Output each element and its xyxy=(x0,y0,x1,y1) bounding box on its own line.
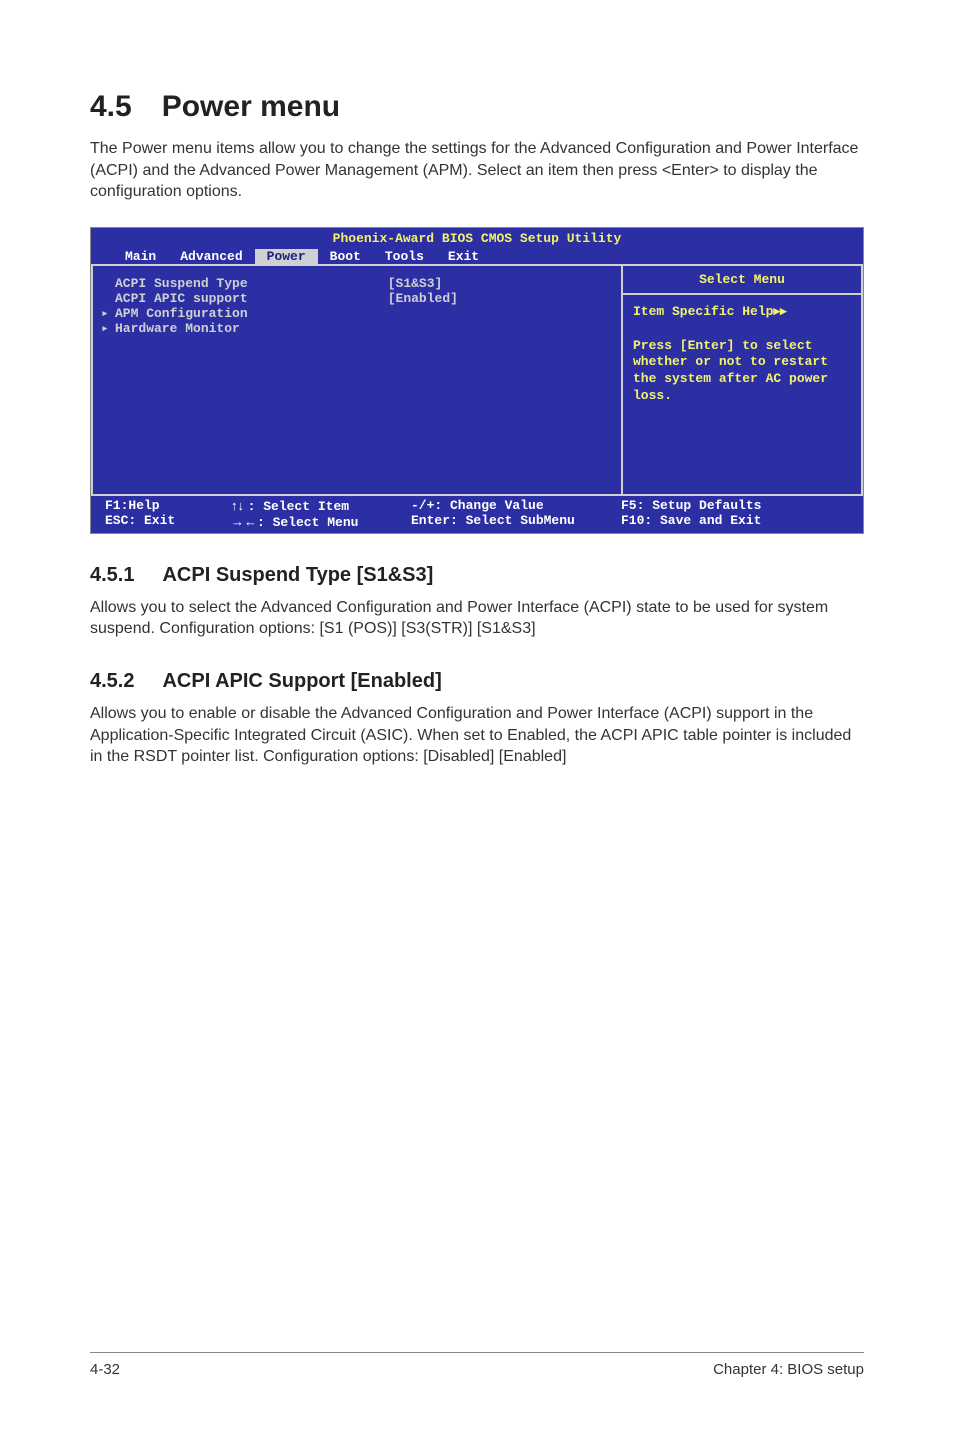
subsection-text-1: Allows you to select the Advanced Config… xyxy=(90,597,864,640)
bios-item-label: Hardware Monitor xyxy=(115,321,240,336)
bios-menu-bar: Main Advanced Power Boot Tools Exit xyxy=(91,249,863,264)
play-arrows-icon: ▸▸ xyxy=(773,303,786,318)
bios-item-label: ACPI Suspend Type xyxy=(115,276,248,291)
bios-footer-change-value: -/+: Change Value xyxy=(411,498,621,513)
bios-settings-pane: ACPI Suspend Type [S1&S3] ACPI APIC supp… xyxy=(91,266,623,494)
subsection-number: 4.5.1 xyxy=(90,564,134,587)
up-down-arrows-icon: ↑↓ xyxy=(231,498,248,513)
bios-item-label: ACPI APIC support xyxy=(115,291,248,306)
subsection-title-1: 4.5.1 ACPI Suspend Type [S1&S3] xyxy=(90,564,864,587)
page-number: 4-32 xyxy=(90,1361,120,1378)
chapter-label: Chapter 4: BIOS setup xyxy=(713,1361,864,1378)
bios-item-value xyxy=(388,321,613,336)
bios-item-value: [Enabled] xyxy=(388,291,613,306)
bios-footer-select-menu: →←: Select Menu xyxy=(231,514,411,530)
bios-help-text: Press [Enter] to select whether or not t… xyxy=(633,338,851,406)
bios-menu-boot[interactable]: Boot xyxy=(318,249,373,264)
bios-footer-f1: F1:Help xyxy=(105,498,231,513)
page-footer: 4-32 Chapter 4: BIOS setup xyxy=(90,1352,864,1378)
bios-menu-tools[interactable]: Tools xyxy=(373,249,436,264)
bios-help-content: Item Specific Help▸▸ Press [Enter] to se… xyxy=(623,295,861,413)
bios-footer: F1:Help ESC: Exit ↑↓ : Select Item →←: S… xyxy=(91,494,863,533)
bios-help-subtitle: Item Specific Help▸▸ xyxy=(633,303,851,321)
bios-body: ACPI Suspend Type [S1&S3] ACPI APIC supp… xyxy=(91,264,863,494)
bios-footer-f10: F10: Save and Exit xyxy=(621,513,863,528)
bios-menu-power[interactable]: Power xyxy=(255,249,318,264)
bios-row-acpi-apic[interactable]: ACPI APIC support [Enabled] xyxy=(101,291,613,306)
bios-footer-f5: F5: Setup Defaults xyxy=(621,498,863,513)
bios-menu-exit[interactable]: Exit xyxy=(436,249,491,264)
bios-screenshot: Phoenix-Award BIOS CMOS Setup Utility Ma… xyxy=(90,227,864,534)
subsection-name: ACPI APIC Support [Enabled] xyxy=(162,670,441,692)
submenu-arrow-icon: ▸ xyxy=(101,306,115,321)
subsection-number: 4.5.2 xyxy=(90,670,134,693)
intro-paragraph: The Power menu items allow you to change… xyxy=(90,138,864,203)
subsection-text-2: Allows you to enable or disable the Adva… xyxy=(90,703,864,768)
bios-row-acpi-suspend[interactable]: ACPI Suspend Type [S1&S3] xyxy=(101,276,613,291)
left-right-arrows-icon: →← xyxy=(231,514,257,529)
bios-menu-main[interactable]: Main xyxy=(113,249,168,264)
bios-footer-select-item: ↑↓ : Select Item xyxy=(231,498,411,514)
bios-help-pane: Select Menu Item Specific Help▸▸ Press [… xyxy=(623,266,863,494)
bios-row-apm-config[interactable]: ▸APM Configuration xyxy=(101,306,613,321)
bios-help-title: Select Menu xyxy=(623,266,861,295)
bios-row-hardware-monitor[interactable]: ▸Hardware Monitor xyxy=(101,321,613,336)
bios-menu-advanced[interactable]: Advanced xyxy=(168,249,254,264)
section-number: 4.5 xyxy=(90,90,132,124)
bios-footer-select-submenu: Enter: Select SubMenu xyxy=(411,513,621,528)
bios-footer-esc: ESC: Exit xyxy=(105,513,231,528)
bios-item-value: [S1&S3] xyxy=(388,276,613,291)
section-title: 4.5 Power menu xyxy=(90,90,864,124)
subsection-name: ACPI Suspend Type [S1&S3] xyxy=(162,564,433,586)
bios-title: Phoenix-Award BIOS CMOS Setup Utility xyxy=(91,228,863,249)
submenu-arrow-icon: ▸ xyxy=(101,321,115,336)
bios-item-label: APM Configuration xyxy=(115,306,248,321)
subsection-title-2: 4.5.2 ACPI APIC Support [Enabled] xyxy=(90,670,864,693)
section-name: Power menu xyxy=(162,90,340,123)
bios-item-value xyxy=(388,306,613,321)
